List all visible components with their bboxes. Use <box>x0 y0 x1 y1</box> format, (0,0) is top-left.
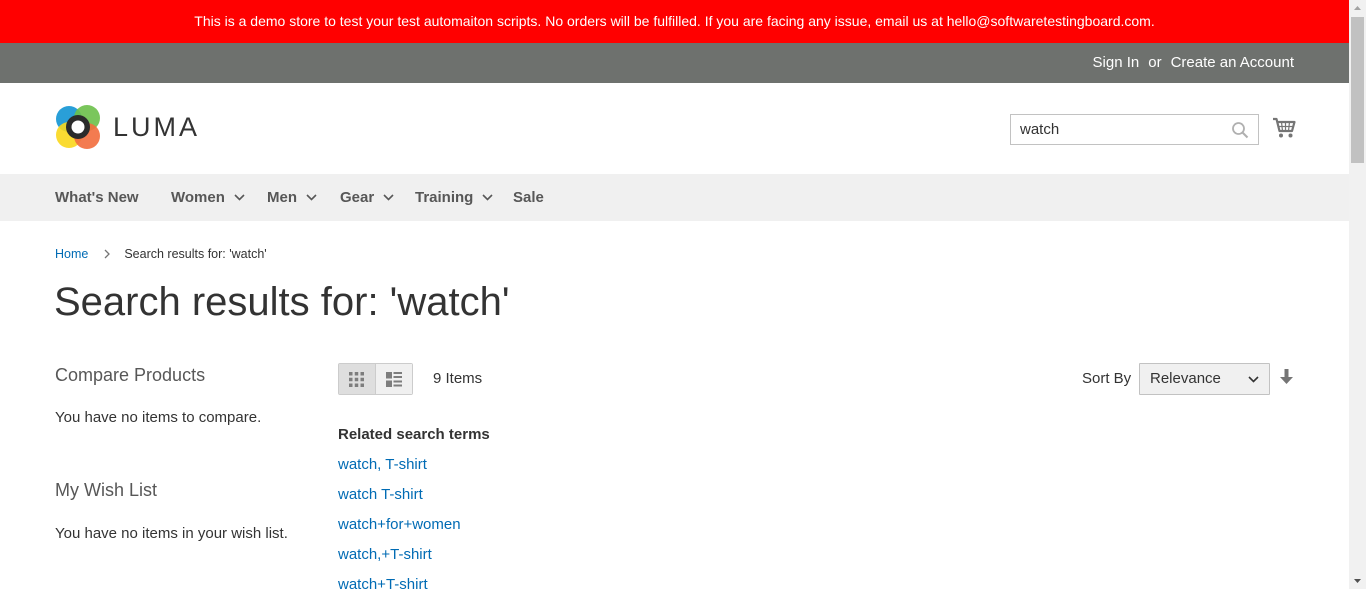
breadcrumb: Home Search results for: 'watch' <box>55 247 267 261</box>
logo-text: LUMA <box>113 111 201 142</box>
chevron-down-icon <box>383 194 394 201</box>
nav-item-gear[interactable]: Gear <box>340 174 394 221</box>
chevron-down-icon <box>306 194 317 201</box>
nav-item-men[interactable]: Men <box>267 174 317 221</box>
related-term-link[interactable]: watch,+T-shirt <box>338 546 432 563</box>
demo-notice-banner: This is a demo store to test your test a… <box>0 0 1349 43</box>
related-term-link[interactable]: watch+for+women <box>338 516 461 533</box>
compare-empty-message: You have no items to compare. <box>55 409 262 426</box>
view-mode-switcher <box>338 363 413 395</box>
nav-item-label: What's New <box>55 189 139 206</box>
scroll-down-arrow-icon[interactable] <box>1349 572 1366 589</box>
luma-logo[interactable]: LUMA <box>55 104 200 150</box>
main-navigation: What's New Women Men Gear Training Sale <box>0 174 1349 221</box>
nav-item-women[interactable]: Women <box>171 174 245 221</box>
scroll-up-arrow-icon[interactable] <box>1349 0 1366 17</box>
nav-item-label: Men <box>267 189 297 206</box>
related-search-terms-list: watch, T-shirt watch T-shirt watch+for+w… <box>338 456 461 589</box>
search-icon[interactable] <box>1231 121 1249 139</box>
chevron-down-icon <box>234 194 245 201</box>
chevron-down-icon <box>482 194 493 201</box>
wish-list-title: My Wish List <box>55 480 158 500</box>
compare-products-title: Compare Products <box>55 365 206 385</box>
top-header-bar: Sign In or Create an Account <box>0 43 1349 83</box>
vertical-scrollbar[interactable] <box>1349 0 1366 589</box>
breadcrumb-current: Search results for: 'watch' <box>124 247 267 261</box>
grid-view-button[interactable] <box>339 364 376 394</box>
nav-item-training[interactable]: Training <box>415 174 493 221</box>
account-links: Sign In or Create an Account <box>1093 43 1294 83</box>
scrollbar-thumb[interactable] <box>1351 17 1364 163</box>
list-icon <box>385 371 402 387</box>
list-view-button[interactable] <box>375 364 412 394</box>
nav-item-label: Training <box>415 189 474 206</box>
nav-item-label: Gear <box>340 189 375 206</box>
search-box <box>1010 114 1259 145</box>
luma-logo-icon <box>56 105 100 149</box>
chevron-down-icon <box>1248 376 1259 383</box>
list-item: watch+for+women <box>338 516 461 546</box>
related-term-link[interactable]: watch T-shirt <box>338 486 423 503</box>
page: This is a demo store to test your test a… <box>0 0 1349 589</box>
list-item: watch, T-shirt <box>338 456 461 486</box>
sort-by-label: Sort By <box>1082 370 1132 387</box>
related-search-terms-title: Related search terms <box>338 426 490 443</box>
search-input[interactable] <box>1011 115 1229 144</box>
related-term-link[interactable]: watch, T-shirt <box>338 456 427 473</box>
or-separator: or <box>1148 54 1162 71</box>
breadcrumb-home-link[interactable]: Home <box>55 247 88 261</box>
list-item: watch T-shirt <box>338 486 461 516</box>
related-term-link[interactable]: watch+T-shirt <box>338 576 428 589</box>
list-item: watch+T-shirt <box>338 576 461 589</box>
nav-item-sale[interactable]: Sale <box>513 174 544 221</box>
wish-list-empty-message: You have no items in your wish list. <box>55 525 288 542</box>
sign-in-link[interactable]: Sign In <box>1093 54 1140 71</box>
sort-by-select[interactable]: Relevance <box>1139 363 1270 395</box>
sort-direction-arrow-icon[interactable] <box>1280 369 1293 385</box>
nav-item-label: Sale <box>513 189 544 206</box>
create-account-link[interactable]: Create an Account <box>1171 54 1294 71</box>
sort-by-selected-value: Relevance <box>1150 370 1221 387</box>
list-item: watch,+T-shirt <box>338 546 461 576</box>
nav-item-whats-new[interactable]: What's New <box>55 174 139 221</box>
page-title: Search results for: 'watch' <box>54 280 510 324</box>
chevron-right-icon <box>104 249 111 259</box>
shopping-cart-icon[interactable] <box>1272 117 1296 139</box>
items-count: 9 Items <box>433 370 483 387</box>
nav-item-label: Women <box>171 189 225 206</box>
grid-icon <box>349 371 365 387</box>
